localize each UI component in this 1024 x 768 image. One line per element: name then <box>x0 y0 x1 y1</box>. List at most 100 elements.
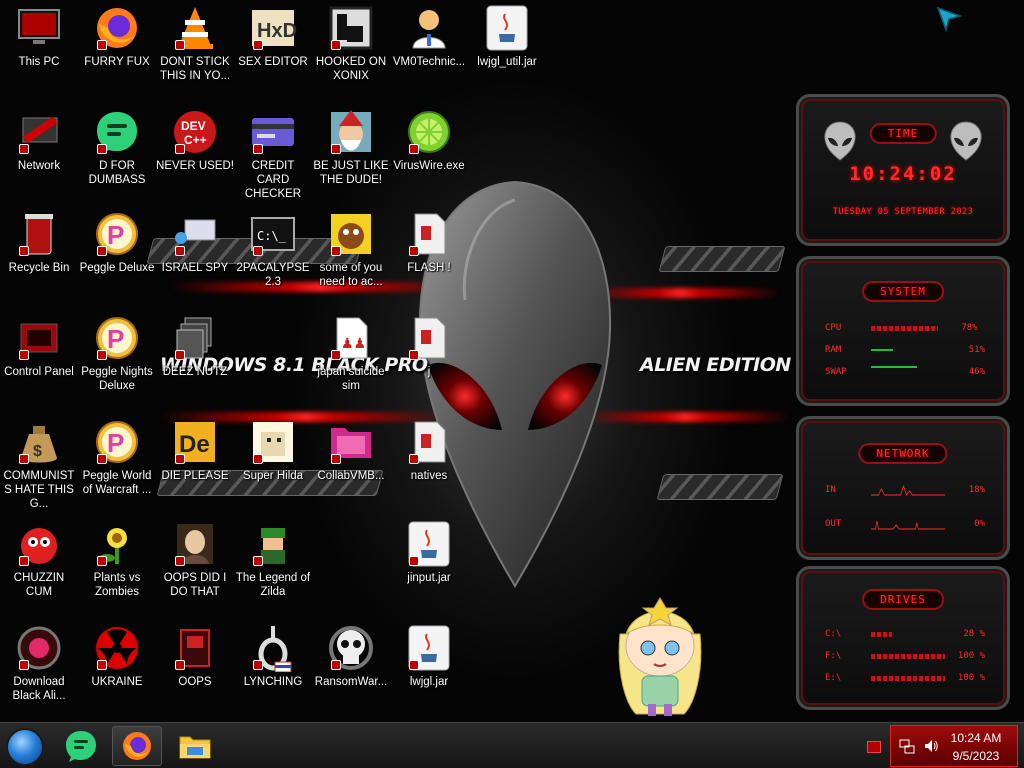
document-icon: ♟♟ <box>327 314 375 362</box>
desktop-icon[interactable]: CollabVMB... <box>312 418 390 483</box>
desktop-icon[interactable]: HxD SEX EDITOR <box>234 4 312 69</box>
shortcut-badge-icon <box>331 246 341 256</box>
shortcut-badge-icon <box>409 144 419 154</box>
desktop-icon[interactable]: UKRAINE <box>78 624 156 689</box>
shortcut-badge-icon <box>97 660 107 670</box>
desktop-icon[interactable]: Plants vs Zombies <box>78 520 156 599</box>
network-out-label: OUT <box>825 519 842 529</box>
desktop-icon[interactable]: BE JUST LIKE THE DUDE! <box>312 108 390 187</box>
desktop-icon[interactable]: P Peggle Deluxe <box>78 210 156 275</box>
time-gadget[interactable]: TIME 10:24:02 TUESDAY 05 SEPTEMBER 2023 <box>796 94 1010 246</box>
drives-gadget[interactable]: DRIVES C:\ 28 % F:\ 100 % E:\ 100 % <box>796 566 1010 710</box>
taskbar-explorer-button[interactable] <box>170 726 220 766</box>
desktop-icon[interactable]: Network <box>0 108 78 173</box>
taskbar-dfor-button[interactable] <box>56 726 106 766</box>
shortcut-badge-icon <box>19 454 29 464</box>
desktop-icon[interactable]: FLASH ! <box>390 210 468 275</box>
desktop-icon-label: Peggle Deluxe <box>79 262 155 274</box>
start-button[interactable] <box>6 728 44 766</box>
desktop-icon[interactable]: ♟♟ japan suicide sim <box>312 314 390 393</box>
desktop-icon[interactable]: This PC <box>0 4 78 69</box>
desktop-icon[interactable]: DONT STICK THIS IN YO... <box>156 4 234 83</box>
desktop-icon-label: OOPS <box>178 676 212 688</box>
desktop-icon-label: Control Panel <box>4 366 74 378</box>
desktop-icon-label: NEVER USED! <box>156 160 234 172</box>
desktop-icon-label: This PC <box>18 56 60 68</box>
desktop-icon[interactable]: VM0Technic... <box>390 4 468 69</box>
desktop-icon[interactable]: CREDIT CARD CHECKER <box>234 108 312 201</box>
desktop-icon[interactable]: VirusWire.exe <box>390 108 468 173</box>
desktop-icon[interactable]: HOOKED ON XONIX <box>312 4 390 83</box>
network-out-row: OUT 0% <box>825 517 985 531</box>
desktop-icon[interactable]: CHUZZIN CUM <box>0 520 78 599</box>
desktop-icon[interactable]: some of you need to ac... <box>312 210 390 289</box>
desktop-icon[interactable]: ISRAEL SPY <box>156 210 234 275</box>
desktop-icon[interactable]: OOPS <box>156 624 234 689</box>
drive-f-value: 100 % <box>957 651 985 661</box>
desktop-icon[interactable]: FURRY FUX <box>78 4 156 69</box>
shortcut-badge-icon <box>19 660 29 670</box>
time-gadget-time: 10:24:02 <box>849 163 957 185</box>
swap-row: SWAP 46% <box>825 365 985 379</box>
desktop-icon-label: jinput.jar <box>407 572 451 584</box>
desktop-icon-label: lwjgl.jar <box>409 676 449 688</box>
desktop-icon[interactable]: DEEZ NUTZ <box>156 314 234 379</box>
desktop-icon[interactable]: j <box>390 314 468 379</box>
desktop-icon[interactable]: The Legend of Zilda <box>234 520 312 599</box>
cpu-row: CPU 78% <box>825 321 985 335</box>
desktop-icon[interactable]: lwjgl_util.jar <box>468 4 546 69</box>
network-in-value: 18% <box>968 485 985 495</box>
network-in-graph <box>871 484 945 496</box>
desktop-icon[interactable]: Recycle Bin <box>0 210 78 275</box>
desktop-icon[interactable]: P Peggle World of Warcraft ... <box>78 418 156 497</box>
desktop-icon-label: LYNCHING <box>243 676 303 688</box>
volume-icon[interactable] <box>923 738 939 754</box>
action-center-flag-icon[interactable] <box>867 741 881 753</box>
desktop-icon[interactable]: $ COMMUNISTS HATE THIS G... <box>0 418 78 511</box>
shortcut-badge-icon <box>175 556 185 566</box>
desktop-icon[interactable]: De DIE PLEASE <box>156 418 234 483</box>
clock[interactable]: 10:24 AM 9/5/2023 <box>941 729 1011 765</box>
system-gadget-title: SYSTEM <box>862 281 944 302</box>
desktop-icon[interactable]: P Peggle Nights Deluxe <box>78 314 156 393</box>
desktop-icon[interactable]: Control Panel <box>0 314 78 379</box>
desktop-icon[interactable]: lwjgl.jar <box>390 624 468 689</box>
taskbar-firefox-button[interactable] <box>112 726 162 766</box>
shortcut-badge-icon <box>175 40 185 50</box>
lime-icon <box>405 108 453 156</box>
shortcut-badge-icon <box>331 350 341 360</box>
desktop-icon-label: HOOKED ON XONIX <box>315 56 387 82</box>
desktop-icon[interactable]: OOPS DID I DO THAT <box>156 520 234 599</box>
desktop-icon[interactable]: DEV C++ NEVER USED! <box>156 108 234 173</box>
desktop-icon-label: DIE PLEASE <box>161 470 229 482</box>
drive-c-value: 28 % <box>963 629 985 639</box>
desktop-icon-label: 2PACALYPSE 2.3 <box>236 262 310 288</box>
money-bag-icon: $ <box>15 418 63 466</box>
desktop-icon[interactable]: natives <box>390 418 468 483</box>
shortcut-badge-icon <box>19 144 29 154</box>
metal-bar <box>656 474 784 500</box>
desktop-icon[interactable]: D FOR DUMBASS <box>78 108 156 187</box>
desktop-icon-label: natives <box>410 470 448 482</box>
desktop-icon-label: VM0Technic... <box>392 56 466 68</box>
desktop-icon[interactable]: Download Black Ali... <box>0 624 78 703</box>
network-tray-icon[interactable] <box>899 738 915 754</box>
system-gadget[interactable]: SYSTEM CPU 78% RAM 51% SWAP 46% <box>796 256 1010 406</box>
desktop-icon-label: CHUZZIN CUM <box>13 572 65 598</box>
desktop-icon-label: j <box>427 366 431 378</box>
desktop-icon[interactable]: C:\_ 2PACALYPSE 2.3 <box>234 210 312 289</box>
desktop-icon[interactable]: LYNCHING <box>234 624 312 689</box>
ram-row: RAM 51% <box>825 343 985 357</box>
desktop-icon-label: FLASH ! <box>407 262 451 274</box>
network-gadget[interactable]: NETWORK IN 18% OUT 0% <box>796 416 1010 560</box>
desktop-icon[interactable]: Super Hilda <box>234 418 312 483</box>
peggle-icon: P <box>93 418 141 466</box>
network-gadget-title: NETWORK <box>858 443 948 464</box>
swap-label: SWAP <box>825 367 847 377</box>
desktop-icon-label: RansomWar... <box>314 676 388 688</box>
shortcut-badge-icon <box>331 454 341 464</box>
desktop-icon-label: japan suicide sim <box>317 366 385 392</box>
shortcut-badge-icon <box>409 556 419 566</box>
desktop-icon[interactable]: jinput.jar <box>390 520 468 585</box>
desktop-icon[interactable]: RansomWar... <box>312 624 390 689</box>
